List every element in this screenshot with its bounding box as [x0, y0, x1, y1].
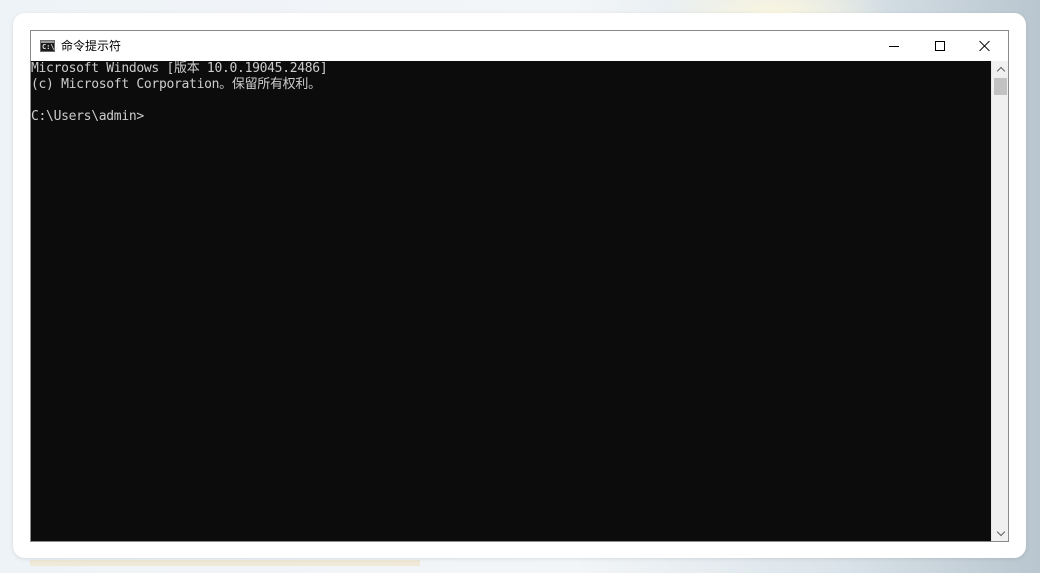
chevron-down-icon — [996, 527, 1005, 536]
background-strip — [30, 560, 420, 566]
window-title: 命令提示符 — [61, 39, 122, 53]
command-prompt-window: C:\. 命令提示符 Microsoft Windows [版本 10.0.19… — [30, 30, 1009, 542]
cmd-app-icon[interactable]: C:\. — [40, 40, 59, 52]
cmd-app-icon-label: C:\. — [42, 43, 59, 51]
console-output[interactable]: Microsoft Windows [版本 10.0.19045.2486] (… — [31, 61, 991, 541]
console-line-version: Microsoft Windows [版本 10.0.19045.2486] — [31, 61, 328, 76]
maximize-button[interactable] — [917, 31, 963, 61]
scroll-up-button[interactable] — [992, 61, 1009, 77]
minimize-icon — [889, 45, 899, 47]
minimize-button[interactable] — [871, 31, 917, 61]
title-bar[interactable]: C:\. 命令提示符 — [31, 31, 1008, 61]
close-button[interactable] — [962, 31, 1008, 61]
close-icon — [979, 40, 991, 52]
vertical-scrollbar[interactable] — [991, 61, 1008, 541]
chevron-up-icon — [996, 66, 1005, 75]
console-prompt[interactable]: C:\Users\admin> — [31, 109, 144, 125]
scrollbar-thumb[interactable] — [994, 78, 1007, 95]
maximize-icon — [935, 41, 945, 51]
console-line-copyright: (c) Microsoft Corporation。保留所有权利。 — [31, 77, 321, 92]
scroll-down-button[interactable] — [992, 525, 1009, 541]
